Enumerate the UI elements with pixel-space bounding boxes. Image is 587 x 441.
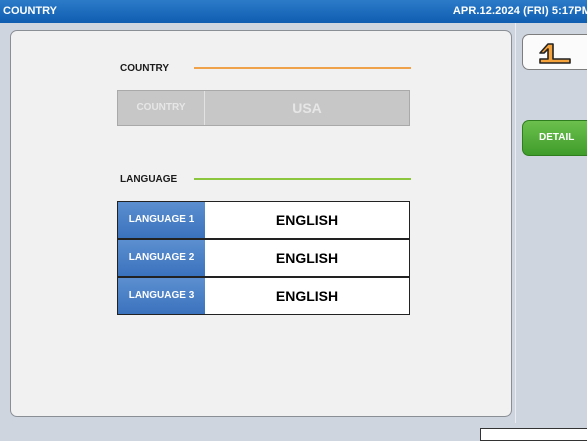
language-3-value: ENGLISH [275, 288, 339, 304]
language-divider-line [194, 178, 411, 180]
language-2-value: ENGLISH [275, 250, 339, 266]
language-1-value: ENGLISH [275, 212, 339, 228]
country-heading: COUNTRY [120, 63, 170, 74]
date-time: APR.12.2024 (FRI) 5:17PM [452, 5, 587, 17]
country-field-value: USA [292, 100, 322, 116]
return-arrow-icon [539, 43, 571, 64]
language-2-label: LANGUAGE 2 [118, 240, 205, 276]
language-1-row[interactable]: LANGUAGE 1 ENGLISH [117, 201, 410, 239]
panel-divider [515, 23, 516, 423]
country-divider-line [194, 67, 411, 69]
language-3-row[interactable]: LANGUAGE 3 ENGLISH [117, 277, 410, 315]
language-2-row[interactable]: LANGUAGE 2 ENGLISH [117, 239, 410, 277]
language-3-label: LANGUAGE 3 [118, 278, 205, 314]
detail-button[interactable]: DETAIL [522, 120, 587, 156]
country-field: COUNTRY USA [117, 90, 410, 126]
status-box [480, 428, 587, 441]
window-title: COUNTRY [3, 5, 57, 17]
language-1-label: LANGUAGE 1 [118, 202, 205, 238]
back-button[interactable] [522, 34, 587, 70]
title-bar: COUNTRY APR.12.2024 (FRI) 5:17PM [0, 0, 587, 23]
language-heading: LANGUAGE [120, 174, 178, 185]
country-field-label: COUNTRY [118, 91, 205, 125]
